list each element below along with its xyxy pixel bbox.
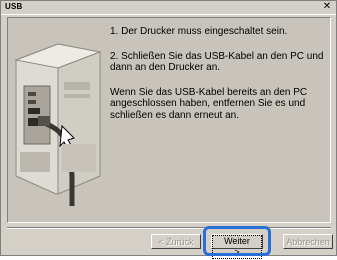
printer-usb-connection-icon: [10, 26, 106, 206]
content-panel: 1. Der Drucker muss eingeschaltet sein. …: [7, 17, 331, 223]
usb-dialog: USB ✕ 1. Der Drucker muss eingeschaltet …: [0, 0, 337, 259]
instruction-step-2: 2. Schließen Sie das USB-Kabel an den PC…: [110, 50, 324, 74]
window-title: USB: [5, 2, 23, 11]
title-bar: USB ✕: [1, 1, 336, 15]
instruction-note: Wenn Sie das USB-Kabel bereits an den PC…: [110, 86, 308, 121]
next-button-highlight: [203, 226, 271, 256]
back-button[interactable]: < Zurück: [151, 234, 201, 249]
instruction-step-1: 1. Der Drucker muss eingeschaltet sein.: [110, 26, 288, 37]
instruction-text: 1. Der Drucker muss eingeschaltet sein. …: [110, 26, 326, 214]
cancel-button[interactable]: Abbrechen: [283, 234, 333, 249]
close-button[interactable]: ✕: [322, 2, 332, 12]
button-separator: [7, 227, 331, 229]
